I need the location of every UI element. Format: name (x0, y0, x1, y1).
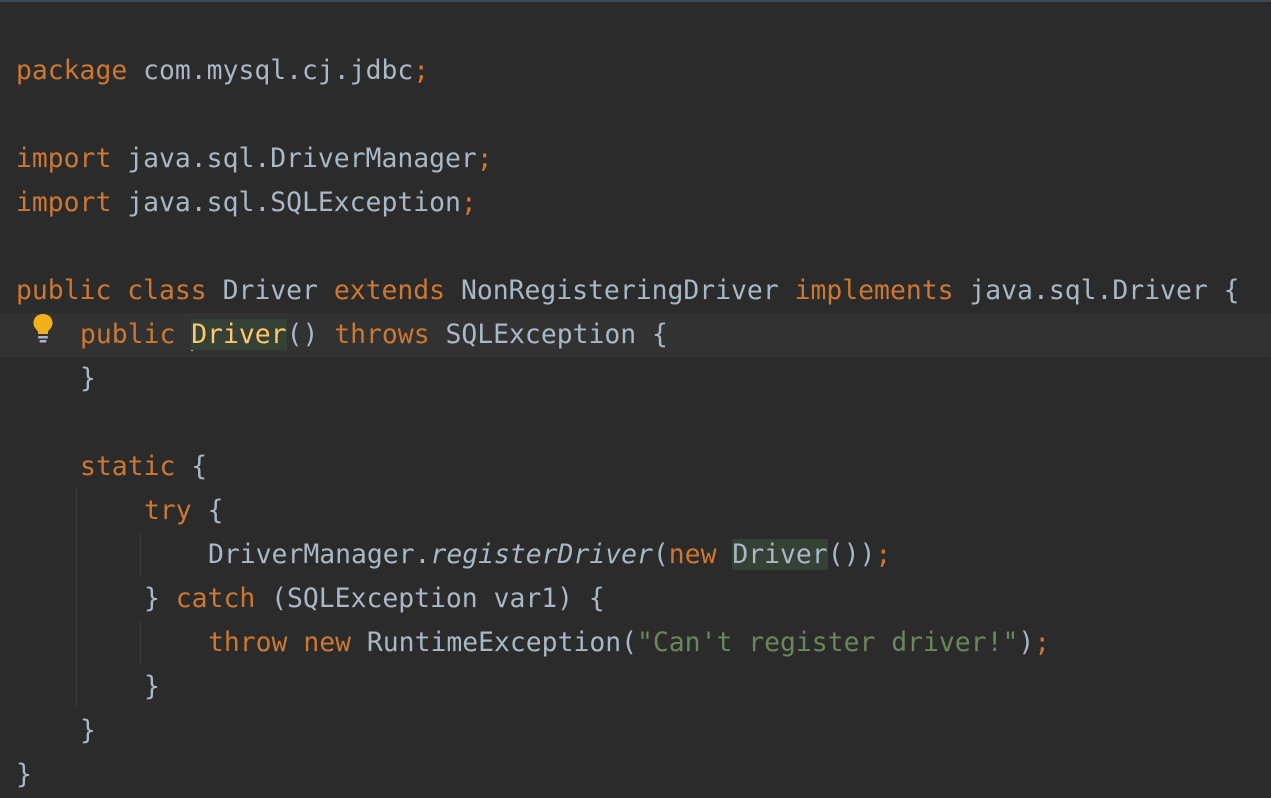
semicolon: ; (1034, 627, 1051, 658)
string-literal: "Can't register driver!" (637, 627, 1019, 658)
exception-constructor: RuntimeException( (366, 627, 638, 658)
class-name: Driver (222, 275, 318, 306)
close-brace: } (144, 671, 160, 702)
keyword-import: import (16, 187, 112, 218)
keyword-extends: extends (333, 275, 446, 306)
parent-class: NonRegisteringDriver (460, 275, 779, 306)
code-line-catch[interactable]: } catch (SQLException var1) { (0, 577, 1271, 621)
keyword-public: public (16, 275, 112, 306)
indent-guide (140, 620, 141, 664)
semicolon: ; (413, 55, 430, 86)
call-object: DriverManager. (208, 539, 431, 570)
keyword-public: public (80, 319, 176, 350)
code-line-close-brace[interactable]: } (0, 665, 1271, 709)
keyword-catch: catch (175, 583, 256, 614)
close-brace: } (80, 715, 96, 746)
keyword-implements: implements (794, 275, 954, 306)
indent-guide (140, 532, 141, 576)
exception-type: SQLException (445, 319, 637, 350)
semicolon: ; (460, 187, 477, 218)
open-brace: { (652, 319, 668, 350)
open-brace: { (207, 495, 224, 526)
interface-name: java.sql.Driver (969, 275, 1208, 306)
constructor-name: Driver (191, 319, 287, 350)
close-brace: } (80, 363, 96, 394)
paren-close: ) (1018, 627, 1035, 658)
keyword-class: class (127, 275, 207, 306)
keyword-static: static (80, 451, 176, 482)
semicolon: ; (875, 539, 892, 570)
import-name: java.sql.DriverManager (127, 143, 477, 174)
open-brace: { (1223, 275, 1240, 306)
keyword-throws: throws (334, 319, 430, 350)
semicolon: ; (476, 143, 493, 174)
code-line-register-driver[interactable]: DriverManager.registerDriver(new Driver(… (0, 533, 1271, 577)
method-call: registerDriver (430, 539, 653, 570)
open-brace: { (191, 451, 208, 482)
close-brace: } (144, 583, 160, 614)
paren-close: ()) (827, 539, 876, 570)
close-brace: } (16, 759, 32, 790)
keyword-try: try (144, 495, 192, 526)
code-line-throw[interactable]: throw new RuntimeException("Can't regist… (0, 621, 1271, 665)
import-name: java.sql.SQLException (127, 187, 461, 218)
package-name: com.mysql.cj.jdbc (143, 55, 414, 86)
keyword-import: import (16, 143, 112, 174)
code-line-import[interactable]: import java.sql.SQLException; (0, 181, 1271, 225)
code-line-package[interactable]: package com.mysql.cj.jdbc; (0, 49, 1271, 93)
paren-open: ( (652, 539, 669, 570)
code-line-class-declaration[interactable]: public class Driver extends NonRegisteri… (0, 269, 1271, 313)
parens: () (286, 319, 319, 350)
keyword-new: new (303, 627, 352, 658)
new-type-name: Driver (732, 539, 828, 570)
open-brace: { (588, 583, 605, 614)
code-line-static[interactable]: static { (0, 445, 1271, 489)
code-line-close-brace[interactable]: } (0, 709, 1271, 753)
lightbulb-icon[interactable] (32, 313, 54, 343)
keyword-new: new (668, 539, 717, 570)
code-line-close-brace[interactable]: } (0, 753, 1271, 797)
keyword-throw: throw (208, 627, 288, 658)
catch-param: (SQLException var1) (271, 583, 574, 614)
code-line-try[interactable]: try { (0, 489, 1271, 533)
code-line-close-brace[interactable]: } (0, 357, 1271, 401)
keyword-package: package (16, 55, 128, 86)
editor-top-border (0, 0, 1271, 2)
code-editor[interactable]: package com.mysql.cj.jdbc; import java.s… (0, 0, 1271, 798)
code-line-constructor[interactable]: public Driver() throws SQLException { (0, 313, 1271, 357)
indent-guide (76, 488, 77, 708)
code-line-import[interactable]: import java.sql.DriverManager; (0, 137, 1271, 181)
